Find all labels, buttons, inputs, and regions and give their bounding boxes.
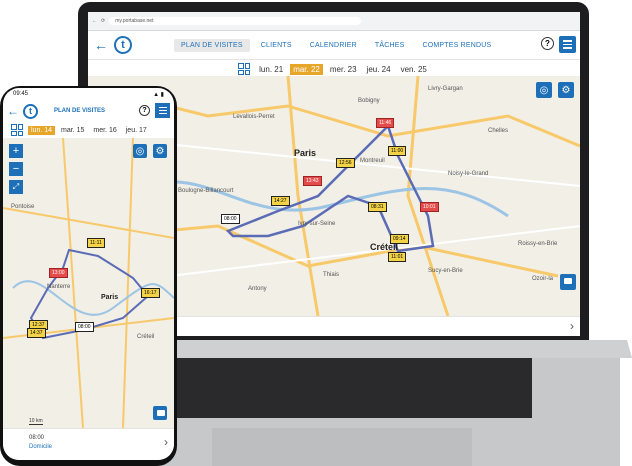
day-tab-active[interactable]: mar. 22 — [290, 63, 323, 75]
place-label: Ivry-sur-Seine — [298, 221, 336, 227]
zoom-out-button[interactable]: − — [9, 162, 23, 176]
app-header: ← t PLAN DE VISITES CLIENTS CALENDRIER T… — [88, 31, 580, 60]
visit-pin[interactable]: 08:00 — [75, 322, 94, 332]
place-label: Ozoir-la — [532, 276, 554, 282]
browser-bar: ← ⟳ my.portabase.net — [88, 12, 580, 31]
day-tab[interactable]: lun. 21 — [256, 64, 286, 75]
place-label: Créteil — [137, 334, 155, 340]
next-visit-time: 08:00 — [29, 435, 45, 441]
zoom-in-button[interactable]: + — [9, 144, 23, 158]
locate-me-button[interactable]: ◎ — [536, 82, 552, 98]
main-nav: PLAN DE VISITES CLIENTS CALENDRIER TÂCHE… — [174, 38, 498, 52]
settings-gear-icon[interactable]: ⚙ — [153, 144, 167, 158]
visit-pin[interactable]: 10:01 — [420, 202, 439, 212]
settings-gear-icon[interactable]: ⚙ — [558, 82, 574, 98]
place-label: Noisy-le-Grand — [448, 171, 489, 177]
visit-pin[interactable]: 14:27 — [271, 196, 290, 206]
next-visit-panel[interactable]: 08:00 Domicile › — [3, 428, 174, 460]
tab-calendrier[interactable]: CALENDRIER — [303, 39, 364, 52]
place-label: Bobigny — [358, 98, 380, 104]
back-arrow-icon[interactable]: ← — [94, 37, 108, 53]
hamburger-menu-button[interactable] — [155, 103, 170, 118]
visit-pin[interactable]: 16:17 — [141, 288, 160, 298]
status-time: 09:45 — [13, 91, 29, 97]
chat-bubble-icon[interactable] — [153, 406, 167, 420]
place-label: Roissy-en-Brie — [518, 241, 558, 247]
help-icon[interactable]: ? — [139, 105, 150, 116]
browser-reload-icon[interactable]: ⟳ — [101, 18, 105, 24]
chat-bubble-icon[interactable] — [560, 274, 576, 290]
status-bar: 09:45 ▲ ▮ — [3, 88, 174, 100]
place-label: Levallois-Perret — [233, 114, 275, 120]
chevron-right-icon[interactable]: › — [570, 319, 574, 333]
back-arrow-icon[interactable]: ← — [7, 104, 21, 118]
tab-plan-de-visites[interactable]: PLAN DE VISITES — [174, 38, 250, 52]
calendar-grid-icon[interactable] — [11, 124, 23, 136]
visit-pin[interactable]: 13:00 — [49, 268, 68, 278]
map-scale: 10 km — [29, 418, 43, 425]
locate-me-button[interactable]: ◎ — [133, 144, 147, 158]
app-logo: t — [114, 36, 132, 54]
place-label: Paris — [101, 294, 119, 301]
day-tab-active[interactable]: lun. 14 — [28, 125, 56, 135]
place-label: Antony — [248, 286, 267, 292]
day-tab[interactable]: ven. 25 — [398, 64, 430, 75]
visit-pin[interactable]: 08:00 — [221, 214, 240, 224]
place-label: Pontoise — [11, 204, 35, 210]
visit-pin[interactable]: 11:11 — [87, 238, 105, 248]
fullscreen-icon[interactable]: ⤢ — [9, 180, 23, 194]
visit-pin[interactable]: 11:01 — [388, 252, 407, 262]
place-label: Livry-Gargan — [428, 86, 463, 92]
day-tab[interactable]: jeu. 24 — [364, 64, 394, 75]
day-tab[interactable]: mar. 15 — [58, 126, 87, 135]
day-tab[interactable]: mer. 23 — [327, 64, 360, 75]
tab-taches[interactable]: TÂCHES — [368, 39, 412, 52]
url-bar[interactable]: my.portabase.net — [109, 17, 362, 25]
visit-pin[interactable]: 13:43 — [303, 176, 322, 186]
map-roads — [3, 138, 174, 428]
help-icon[interactable]: ? — [541, 37, 554, 50]
visit-pin[interactable]: 12:56 — [336, 158, 355, 168]
place-label: Sucy-en-Brie — [428, 268, 463, 274]
day-tab[interactable]: jeu. 17 — [123, 126, 150, 135]
page-title: PLAN DE VISITES — [54, 108, 106, 114]
chevron-right-icon[interactable]: › — [164, 435, 168, 449]
visit-pin[interactable]: 14:37 — [27, 328, 46, 338]
map-area[interactable]: Paris Nanterre Créteil Pontoise 11:11 13… — [3, 138, 174, 428]
day-tab[interactable]: mer. 16 — [90, 126, 119, 135]
next-visit-label: Domicile — [29, 444, 53, 450]
place-label: Montreuil — [360, 158, 385, 164]
calendar-grid-icon[interactable] — [238, 63, 251, 75]
visit-pin[interactable]: 08:31 — [368, 202, 387, 212]
place-label: Nanterre — [47, 284, 71, 290]
visit-pin[interactable]: 11:46 — [376, 118, 395, 128]
place-label: Thiais — [323, 272, 340, 278]
day-selector: lun. 14 mar. 15 mer. 16 jeu. 17 — [3, 122, 174, 138]
place-label: Boulogne-Billancourt — [178, 188, 234, 194]
tab-comptes-rendus[interactable]: COMPTES RENDUS — [415, 39, 498, 52]
hamburger-menu-button[interactable] — [559, 36, 576, 53]
place-label: Paris — [294, 148, 317, 158]
visit-pin[interactable]: 11:00 — [388, 146, 407, 156]
browser-back-icon[interactable]: ← — [92, 18, 97, 24]
app-logo: t — [23, 103, 38, 119]
signal-battery-icon: ▲ ▮ — [153, 91, 164, 98]
phone-screen: 09:45 ▲ ▮ ← t PLAN DE VISITES ? lun. 14 … — [3, 88, 174, 460]
place-label: Chelles — [488, 128, 509, 134]
visit-pin[interactable]: 09:14 — [390, 234, 409, 244]
phone-header: ← t PLAN DE VISITES ? — [3, 100, 174, 122]
tab-clients[interactable]: CLIENTS — [254, 39, 299, 52]
